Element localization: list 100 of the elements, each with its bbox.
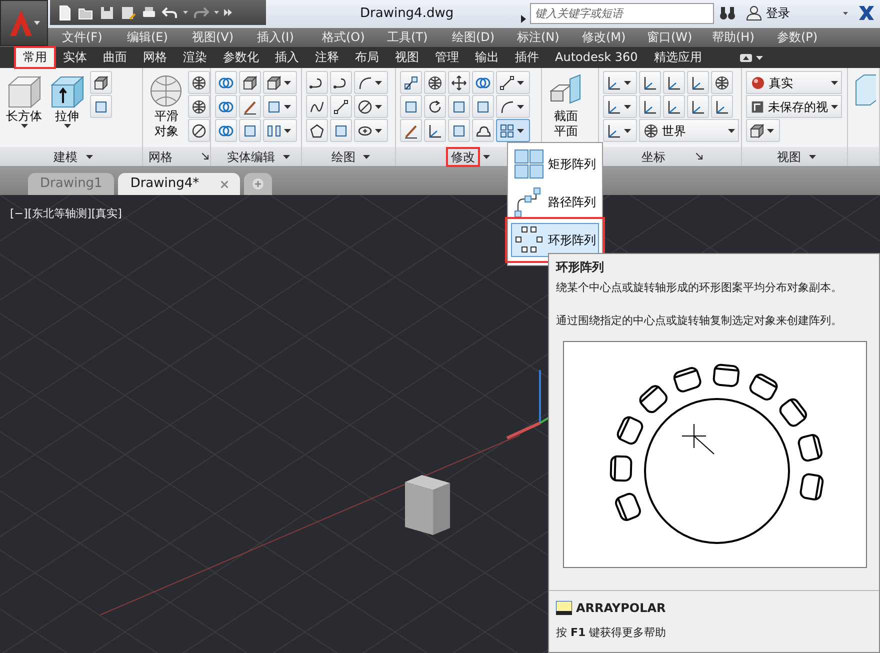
tool-button[interactable] <box>90 71 112 94</box>
app-menu-button[interactable] <box>0 0 48 46</box>
ribbon-button[interactable]: 拉伸 <box>47 71 87 130</box>
circle-icon <box>357 98 374 114</box>
tool-button[interactable] <box>400 119 422 142</box>
caret-icon <box>183 11 188 14</box>
tool-button[interactable] <box>687 71 710 94</box>
tool-button[interactable] <box>330 95 352 118</box>
ribbon-tab[interactable]: 参数化 <box>215 47 267 68</box>
tool-button[interactable] <box>424 71 446 94</box>
exchange-button[interactable] <box>857 5 876 21</box>
search-button[interactable] <box>718 6 737 20</box>
tool-button[interactable] <box>188 71 210 94</box>
tool-button[interactable] <box>711 95 734 118</box>
tool-button[interactable] <box>354 119 388 142</box>
tool-button[interactable] <box>263 95 298 118</box>
ribbon-button[interactable]: 截面 平面 <box>546 71 586 141</box>
tool-button[interactable] <box>400 71 422 94</box>
tool-button[interactable] <box>330 119 352 142</box>
ribbon-tab[interactable]: 注释 <box>307 47 347 68</box>
tool-button[interactable] <box>711 71 734 94</box>
tool-button[interactable] <box>354 95 388 118</box>
axes-icon <box>666 98 682 114</box>
menu-item[interactable]: 文件(F) <box>62 28 127 47</box>
ribbon-tab[interactable]: Autodesk 360 <box>547 47 646 68</box>
tool-button[interactable] <box>239 71 262 94</box>
toolbar-button[interactable] <box>161 4 179 20</box>
tool-button[interactable] <box>330 71 352 94</box>
tool-button[interactable] <box>496 71 530 94</box>
ribbon-tab[interactable]: 精选应用 <box>646 47 710 68</box>
tool-button[interactable] <box>746 119 780 142</box>
tool-button[interactable] <box>188 119 210 142</box>
tool-button[interactable] <box>306 119 328 142</box>
tool-button[interactable] <box>263 119 298 142</box>
menu-item[interactable]: 插入(I) <box>257 28 322 47</box>
columns-icon <box>266 122 282 138</box>
menu-item[interactable]: 视图(V) <box>192 28 257 47</box>
ribbon-tab[interactable]: 输出 <box>467 47 507 68</box>
tool-button[interactable] <box>663 71 686 94</box>
ribbon-tab[interactable]: 插入 <box>267 47 307 68</box>
tool-button[interactable] <box>448 71 470 94</box>
viewport-label[interactable]: [−][东北等轴测][真实] <box>10 206 122 222</box>
tool-button[interactable] <box>496 95 530 118</box>
tool-button[interactable] <box>306 95 328 118</box>
dropdown-field[interactable]: 真实 <box>746 71 842 94</box>
tool-button[interactable] <box>663 95 686 118</box>
menu-item[interactable]: 编辑(E) <box>127 28 192 47</box>
tool-button[interactable] <box>354 71 388 94</box>
menu-item[interactable]: 矩形阵列 <box>511 147 599 181</box>
dropdown-button[interactable] <box>842 12 849 15</box>
tool-button[interactable] <box>603 71 638 94</box>
ribbon-button[interactable]: 平滑 对象 <box>147 71 186 141</box>
tool-button[interactable] <box>424 95 446 118</box>
tool-button[interactable] <box>306 71 328 94</box>
tool-button[interactable] <box>448 95 470 118</box>
toolbar-button[interactable] <box>119 4 137 20</box>
tool-button[interactable] <box>263 71 298 94</box>
menu-item[interactable]: 绘图(D) <box>452 28 517 47</box>
tool-button[interactable] <box>90 95 112 118</box>
dropdown-button[interactable] <box>182 11 189 14</box>
menu-item[interactable]: 参数(P) <box>777 28 842 47</box>
tool-button[interactable] <box>639 71 662 94</box>
menu-item[interactable]: 格式(O) <box>322 28 387 47</box>
tool-button[interactable] <box>603 95 638 118</box>
sign-in-button[interactable]: 登录 <box>745 4 791 22</box>
ribbon-tab[interactable]: 渲染 <box>175 47 215 68</box>
tool-button[interactable] <box>472 119 494 142</box>
menu-item[interactable]: 工具(T) <box>387 28 452 47</box>
toolbar-button[interactable] <box>98 4 116 20</box>
new-tab-button[interactable] <box>244 173 272 195</box>
tool-button[interactable] <box>239 95 262 118</box>
tool-button[interactable] <box>639 95 662 118</box>
tool-button[interactable] <box>472 95 494 118</box>
menu-item[interactable]: 帮助(H) <box>712 28 777 47</box>
menu-item[interactable]: 窗口(W) <box>647 28 712 47</box>
ribbon-tab[interactable]: 视图 <box>387 47 427 68</box>
document-tab[interactable]: Drawing4* <box>118 173 240 195</box>
ribbon-button[interactable]: 长方体 <box>4 71 44 130</box>
menu-item[interactable]: 修改(M) <box>582 28 647 47</box>
tool-button[interactable] <box>188 95 210 118</box>
tool-button[interactable] <box>239 119 262 142</box>
tool-button[interactable] <box>424 119 446 142</box>
ribbon-tab[interactable]: 曲面 <box>95 47 135 68</box>
tool-button[interactable] <box>687 95 710 118</box>
dropdown-field[interactable]: 世界 <box>639 119 740 142</box>
search-field[interactable]: 键入关键字或短语 <box>530 3 714 24</box>
ribbon-tab[interactable]: 布局 <box>347 47 387 68</box>
ribbon-tab[interactable]: 常用 <box>15 47 55 68</box>
tool-button[interactable] <box>448 119 470 142</box>
ribbon-tab[interactable]: 插件 <box>507 47 547 68</box>
ribbon-tab[interactable]: 网格 <box>135 47 175 68</box>
tool-button[interactable] <box>603 119 638 142</box>
help-hint: 按 F1 键获得更多帮助 <box>556 625 668 641</box>
tool-button[interactable] <box>400 95 422 118</box>
dropdown-button[interactable] <box>213 11 220 14</box>
more-button[interactable] <box>223 9 233 16</box>
ribbon-tab[interactable]: 实体 <box>55 47 95 68</box>
ribbon-tab[interactable]: 管理 <box>427 47 467 68</box>
dropdown-field[interactable]: 未保存的视 <box>746 95 842 118</box>
menu-item[interactable]: 标注(N) <box>517 28 582 47</box>
